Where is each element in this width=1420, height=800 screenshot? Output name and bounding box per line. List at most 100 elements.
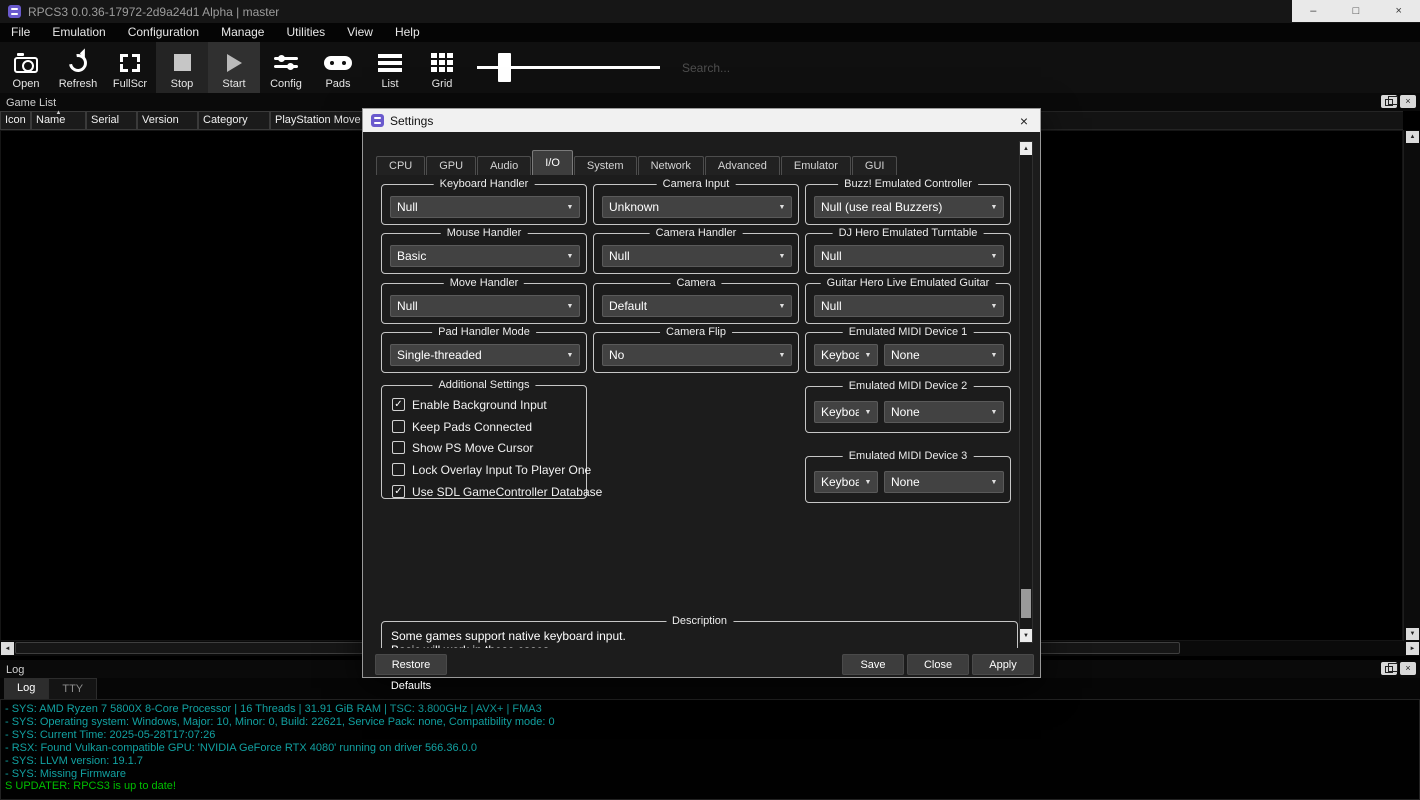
list-view-button[interactable]: List xyxy=(364,42,416,93)
scroll-up-button[interactable]: ▲ xyxy=(1406,131,1419,143)
tab-tty[interactable]: TTY xyxy=(48,678,97,699)
menu-help[interactable]: Help xyxy=(384,23,431,42)
search-input[interactable] xyxy=(682,56,912,80)
group-label: Buzz! Emulated Controller xyxy=(838,178,978,190)
midi2-type-select[interactable]: Keyboard ▼ xyxy=(814,401,878,423)
group-keyboard-handler: Keyboard Handler Null ▼ xyxy=(381,184,587,225)
log-line: S UPDATER: RPCS3 is up to date! xyxy=(5,780,1415,793)
settings-dialog-titlebar[interactable]: Settings × xyxy=(363,109,1040,132)
column-header-version[interactable]: Version xyxy=(137,111,198,130)
menu-file[interactable]: File xyxy=(0,23,41,42)
dropdown-arrow-icon: ▼ xyxy=(859,479,877,486)
midi3-device-select[interactable]: None ▼ xyxy=(884,471,1004,493)
log-close-button[interactable]: × xyxy=(1400,662,1416,675)
group-camera-input: Camera Input Unknown ▼ xyxy=(593,184,799,225)
tab-network[interactable]: Network xyxy=(638,156,704,175)
pads-button[interactable]: Pads xyxy=(312,42,364,93)
settings-close-button[interactable]: × xyxy=(1008,109,1040,132)
menu-configuration[interactable]: Configuration xyxy=(117,23,210,42)
camera-flip-select[interactable]: No ▼ xyxy=(602,344,792,366)
menu-emulation[interactable]: Emulation xyxy=(41,23,116,42)
settings-vertical-scrollbar[interactable]: ▲ ▼ xyxy=(1019,141,1033,643)
fullscreen-button[interactable]: FullScr xyxy=(104,42,156,93)
game-list-vertical-scrollbar[interactable]: ▲ ▼ xyxy=(1403,130,1420,641)
scroll-left-button[interactable]: ◄ xyxy=(1,642,14,655)
open-button[interactable]: Open xyxy=(0,42,52,93)
game-list-close-button[interactable]: × xyxy=(1400,95,1416,108)
log-output[interactable]: - SYS: AMD Ryzen 7 5800X 8-Core Processo… xyxy=(0,699,1420,800)
column-header-icon[interactable]: Icon xyxy=(0,111,31,130)
refresh-button[interactable]: Refresh xyxy=(52,42,104,93)
log-float-button[interactable] xyxy=(1381,662,1397,675)
config-button[interactable]: Config xyxy=(260,42,312,93)
icon-size-slider[interactable] xyxy=(477,42,660,93)
camera-input-select[interactable]: Unknown ▼ xyxy=(602,196,792,218)
tab-system[interactable]: System xyxy=(574,156,637,175)
window-close-button[interactable]: × xyxy=(1377,0,1420,22)
dropdown-arrow-icon: ▼ xyxy=(773,303,791,310)
apply-button[interactable]: Apply xyxy=(972,654,1034,675)
restore-defaults-button[interactable]: Restore Defaults xyxy=(375,654,447,675)
camera-handler-select[interactable]: Null ▼ xyxy=(602,245,792,267)
checkbox-use-sdl-database[interactable]: ✓ Use SDL GameController Database xyxy=(392,484,602,499)
tab-audio[interactable]: Audio xyxy=(477,156,531,175)
dropdown-arrow-icon: ▼ xyxy=(985,253,1003,260)
description-line: Some games support native keyboard input… xyxy=(391,629,626,643)
checkbox-lock-overlay-input[interactable]: Lock Overlay Input To Player One xyxy=(392,462,591,477)
column-header-category[interactable]: Category xyxy=(198,111,270,130)
menu-view[interactable]: View xyxy=(336,23,384,42)
checkbox-show-ps-move-cursor[interactable]: Show PS Move Cursor xyxy=(392,440,533,455)
tab-emulator[interactable]: Emulator xyxy=(781,156,851,175)
scroll-right-button[interactable]: ► xyxy=(1406,642,1419,655)
tab-log[interactable]: Log xyxy=(4,678,48,699)
group-label: Mouse Handler xyxy=(441,227,528,239)
stop-button[interactable]: Stop xyxy=(156,42,208,93)
save-button[interactable]: Save xyxy=(842,654,904,675)
camera-select[interactable]: Default ▼ xyxy=(602,295,792,317)
game-list-float-button[interactable] xyxy=(1381,95,1397,108)
tab-cpu[interactable]: CPU xyxy=(376,156,425,175)
buzz-controller-select[interactable]: Null (use real Buzzers) ▼ xyxy=(814,196,1004,218)
midi2-device-select[interactable]: None ▼ xyxy=(884,401,1004,423)
column-header-serial[interactable]: Serial xyxy=(86,111,137,130)
column-header-name[interactable]: ▲Name xyxy=(31,111,86,130)
menu-manage[interactable]: Manage xyxy=(210,23,275,42)
refresh-icon xyxy=(65,50,90,75)
grid-view-button[interactable]: Grid xyxy=(416,42,468,93)
scroll-down-button[interactable]: ▼ xyxy=(1020,629,1032,642)
ghl-guitar-select[interactable]: Null ▼ xyxy=(814,295,1004,317)
column-header-playstation-move[interactable]: PlayStation Move xyxy=(270,111,366,130)
move-handler-select[interactable]: Null ▼ xyxy=(390,295,580,317)
selected-value: None xyxy=(885,348,985,362)
minimize-button[interactable]: – xyxy=(1292,0,1335,22)
slider-handle[interactable] xyxy=(498,53,511,82)
scroll-down-button[interactable]: ▼ xyxy=(1406,628,1419,640)
selected-value: Default xyxy=(603,299,773,313)
pad-handler-mode-select[interactable]: Single-threaded ▼ xyxy=(390,344,580,366)
midi3-type-select[interactable]: Keyboard ▼ xyxy=(814,471,878,493)
description-line: Basic will work in these cases. xyxy=(391,643,552,648)
checkbox-enable-background-input[interactable]: ✓ Enable Background Input xyxy=(392,397,547,412)
tab-gpu[interactable]: GPU xyxy=(426,156,476,175)
start-button[interactable]: Start xyxy=(208,42,260,93)
close-button[interactable]: Close xyxy=(907,654,969,675)
selected-value: None xyxy=(885,405,985,419)
keyboard-handler-select[interactable]: Null ▼ xyxy=(390,196,580,218)
scroll-up-button[interactable]: ▲ xyxy=(1020,142,1032,155)
dropdown-arrow-icon: ▼ xyxy=(561,253,579,260)
tab-io[interactable]: I/O xyxy=(532,150,573,175)
midi1-type-select[interactable]: Keyboard ▼ xyxy=(814,344,878,366)
mouse-handler-select[interactable]: Basic ▼ xyxy=(390,245,580,267)
dj-hero-turntable-select[interactable]: Null ▼ xyxy=(814,245,1004,267)
tab-gui[interactable]: GUI xyxy=(852,156,898,175)
maximize-button[interactable]: □ xyxy=(1335,0,1378,22)
checkbox-icon: ✓ xyxy=(392,485,405,498)
selected-value: Null xyxy=(815,249,985,263)
checkbox-keep-pads-connected[interactable]: Keep Pads Connected xyxy=(392,419,532,434)
midi1-device-select[interactable]: None ▼ xyxy=(884,344,1004,366)
vertical-scroll-thumb[interactable] xyxy=(1021,589,1031,618)
menu-utilities[interactable]: Utilities xyxy=(275,23,336,42)
tab-advanced[interactable]: Advanced xyxy=(705,156,780,175)
rpcs3-logo-icon xyxy=(371,114,384,127)
dropdown-arrow-icon: ▼ xyxy=(985,303,1003,310)
